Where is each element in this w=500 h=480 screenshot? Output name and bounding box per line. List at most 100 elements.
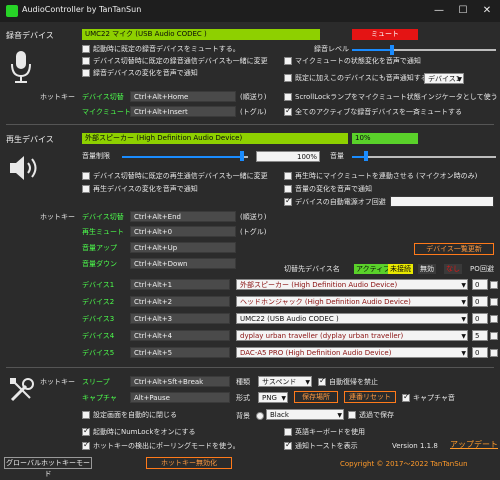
pb-auto-power-off-checkbox[interactable] [284,196,292,206]
bg-select[interactable]: Black ▼ [266,409,344,420]
section-divider [6,367,494,368]
device5-target-select[interactable]: DAC-A5 PRO (High Definition Audio Device… [236,347,468,358]
volume-label: 音量 [330,152,344,160]
device2-po-field[interactable]: 0 [472,296,488,307]
kind-select[interactable]: サスペンド ▼ [258,376,312,387]
device3-name: デバイス3 [82,315,115,323]
title-bar[interactable]: AudioController by TanTanSun — ☐ ✕ [0,0,500,22]
rec-hotkey-switch-field[interactable]: Ctrl+Alt+Home [130,91,236,102]
toast-label: 通知トーストを表示 [295,442,358,450]
pb-hotkey-volup-name: 音量アップ [82,244,117,252]
hotkey-disable-button[interactable]: ホットキー無効化 [146,457,232,469]
polling-mode-checkbox[interactable] [82,440,90,450]
pb-hotkey-mute-field[interactable]: Ctrl+Alt+0 [130,226,236,237]
pb-hotkey-switch-field[interactable]: Ctrl+Alt+End [130,211,236,222]
device5-hotkey-field[interactable]: Ctrl+Alt+5 [130,347,230,358]
rec-notify-this-device-checkbox[interactable] [284,74,292,82]
status-unconnected-tag: 未接続 [388,264,413,274]
pb-hotkey-voldown-field[interactable]: Ctrl+Alt+Down [130,258,236,269]
window-title: AudioController by TanTanSun [22,5,142,14]
rec-mute-all-checkbox[interactable] [284,106,292,116]
pb-hotkey-switch-name: デバイス切替 [82,213,124,221]
sleep-hotkey-field[interactable]: Ctrl+Alt+Sft+Break [130,376,230,387]
volume-limit-slider-fill [122,156,242,158]
device5-loop-checkbox[interactable] [490,349,498,357]
tools-icon [10,378,34,402]
rec-notify-device-select[interactable]: デバイス1 ▼ [424,73,464,84]
device2-hotkey-field[interactable]: Ctrl+Alt+2 [130,296,230,307]
device4-po-field[interactable]: 5 [472,330,488,341]
device3-loop-checkbox[interactable] [490,315,498,323]
rec-hotkey-mute-field[interactable]: Ctrl+Alt+Insert [130,106,236,117]
pb-mic-link-checkbox[interactable] [284,172,292,180]
auto-resume-checkbox[interactable] [318,376,326,386]
volume-slider-track[interactable] [366,156,496,158]
recording-mute-status[interactable]: ミュート [352,29,418,40]
device3-target-select[interactable]: UMC22 (USB Audio CODEC ) ▼ [236,313,468,324]
device3-target-value: UMC22 (USB Audio CODEC ) [240,315,339,323]
toast-checkbox[interactable] [284,440,292,450]
rec-voice-notify-checkbox[interactable] [82,69,90,77]
volume-limit-slider-thumb[interactable] [240,151,244,161]
device1-po-field[interactable]: 0 [472,279,488,290]
kind-label: 種類 [236,378,250,386]
device4-loop-checkbox[interactable] [490,332,498,340]
english-keyboard-label: 英語キーボードを使用 [295,428,365,436]
transparent-save-checkbox[interactable] [348,411,356,419]
chevron-down-icon: ▼ [337,412,342,419]
volume-limit-value[interactable]: 100% [256,151,320,162]
status-none-tag: なし [444,264,462,274]
serial-reset-button[interactable]: 連番リセット [344,391,396,403]
device4-target-select[interactable]: dyplay urban traveller (dyplay urban tra… [236,330,468,341]
rec-hotkey-mute-note: (トグル) [240,108,267,116]
rec-level-slider-track[interactable] [392,49,496,51]
microphone-icon [11,51,31,83]
device2-target-select[interactable]: ヘッドホンジャック (High Definition Audio Device)… [236,296,468,307]
rec-switch-comm-checkbox[interactable] [82,57,90,65]
recording-device-name: UMC22 マイク (USB Audio CODEC ) [82,29,320,40]
refresh-device-list-button[interactable]: デバイス一覧更新 [414,243,494,255]
device1-target-select[interactable]: 外部スピーカー (High Definition Audio Device) ▼ [236,279,468,290]
format-label: 形式 [236,394,250,402]
pb-auto-power-off-field[interactable] [390,196,494,207]
pb-volume-notify-checkbox[interactable] [284,185,292,193]
close-button[interactable]: ✕ [476,3,498,19]
device2-loop-checkbox[interactable] [490,298,498,306]
pb-switch-comm-checkbox[interactable] [82,172,90,180]
auto-resume-label: 自動復帰を禁止 [329,378,378,386]
format-value: PNG [262,394,277,402]
device1-name: デバイス1 [82,281,115,289]
bg-radio[interactable] [256,412,264,420]
numlock-checkbox[interactable] [82,426,90,436]
device3-po-field[interactable]: 0 [472,313,488,324]
pb-hotkey-volup-field[interactable]: Ctrl+Alt+Up [130,242,236,253]
device3-hotkey-field[interactable]: Ctrl+Alt+3 [130,313,230,324]
capture-hotkey-field[interactable]: Alt+Pause [130,392,230,403]
rec-hotkey-switch-note: (順送り) [240,93,267,101]
rec-scrolllock-checkbox[interactable] [284,93,292,101]
status-active-tag: アクティブ [354,264,393,274]
device5-po-field[interactable]: 0 [472,347,488,358]
device1-hotkey-field[interactable]: Ctrl+Alt+1 [130,279,230,290]
pb-voice-notify-label: 再生デバイスの変化を音声で通知 [93,185,198,193]
capture-sound-checkbox[interactable] [402,392,410,402]
device1-loop-checkbox[interactable] [490,281,498,289]
english-keyboard-checkbox[interactable] [284,428,292,436]
save-location-button[interactable]: 保存場所 [294,391,338,403]
rec-mute-notify-checkbox[interactable] [284,57,292,65]
maximize-button[interactable]: ☐ [452,3,474,19]
status-disabled-tag: 無効 [418,264,436,274]
volume-slider-thumb[interactable] [364,151,368,161]
minimize-button[interactable]: — [428,3,450,19]
global-hotkey-mode-button[interactable]: グローバルホットキーモード [4,457,92,478]
pb-voice-notify-checkbox[interactable] [82,185,90,193]
auto-close-checkbox[interactable] [82,411,90,419]
format-select[interactable]: PNG ▼ [258,392,288,403]
rec-mute-notify-label: マイクミュートの状態変化を音声で通知 [295,57,421,65]
update-link[interactable]: アップデート [450,439,498,450]
rec-level-slider-thumb[interactable] [390,45,394,55]
device4-hotkey-field[interactable]: Ctrl+Alt+4 [130,330,230,341]
pb-hotkey-label: ホットキー [40,213,75,221]
rec-mute-on-start-checkbox[interactable] [82,45,90,53]
target-device-header: 切替先デバイス名 [284,265,340,273]
